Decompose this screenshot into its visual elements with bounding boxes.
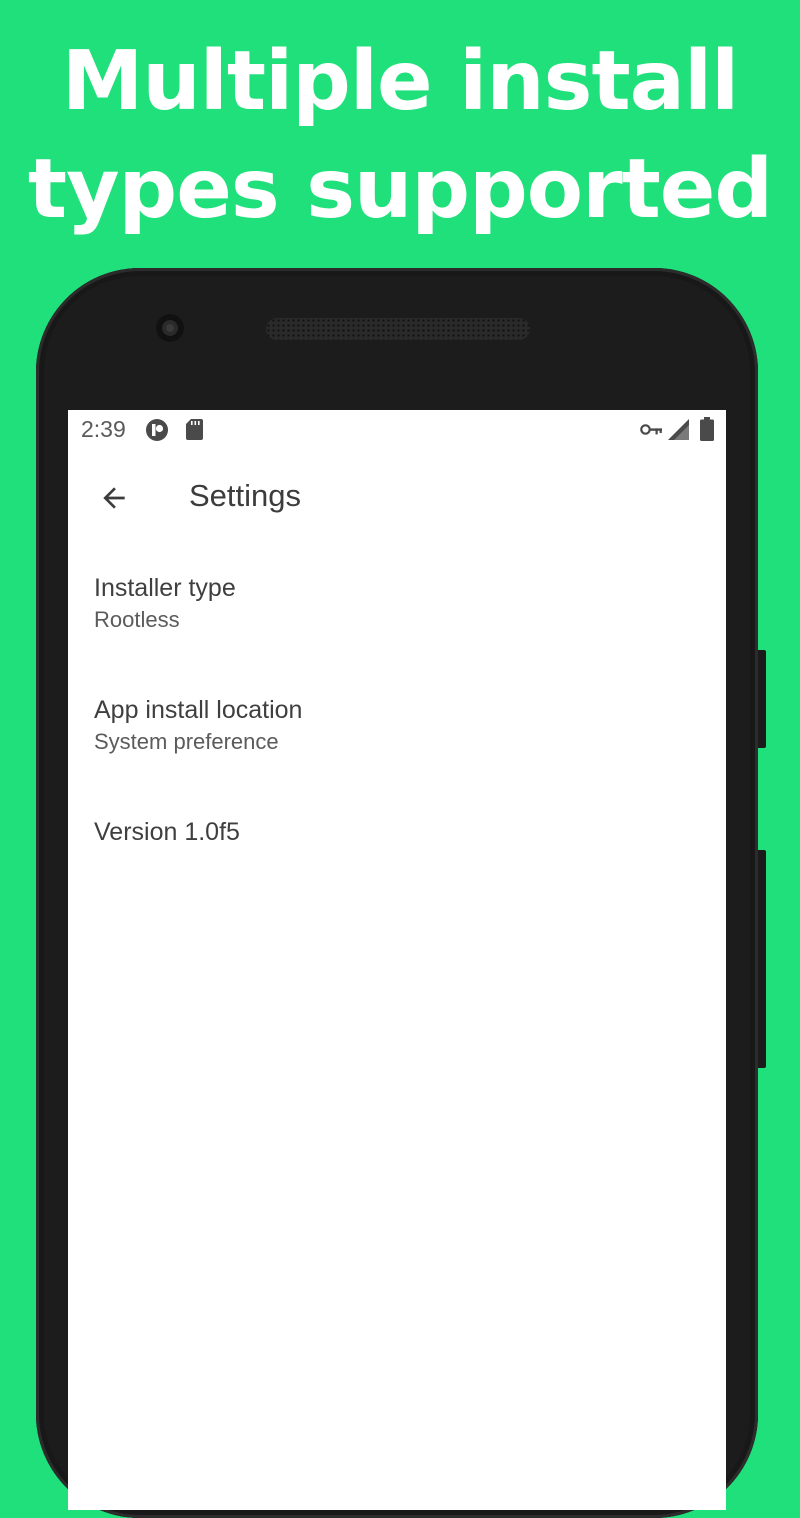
vpn-key-icon <box>640 424 662 435</box>
promo-headline: Multiple install types supported <box>0 28 800 244</box>
battery-icon <box>700 417 714 441</box>
cell-signal-icon <box>668 419 689 440</box>
preference-summary: Rootless <box>94 607 180 632</box>
preference-title: Version 1.0f5 <box>94 818 240 846</box>
preference-install-location[interactable]: App install location System preference <box>94 694 694 757</box>
arrow-back-icon <box>103 487 125 509</box>
app-notification-icon <box>146 419 168 441</box>
phone-screen: 2:39 Settings Installer type Rootless Ap… <box>68 410 726 1510</box>
preference-version[interactable]: Version 1.0f5 <box>94 816 694 848</box>
back-button[interactable] <box>92 476 136 520</box>
headline-line-1: Multiple install <box>61 34 739 129</box>
preference-title: App install location <box>94 696 303 724</box>
app-toolbar: Settings <box>68 450 726 546</box>
phone-frame: 2:39 Settings Installer type Rootless Ap… <box>36 268 758 1518</box>
status-time: 2:39 <box>81 416 126 442</box>
preference-summary: System preference <box>94 729 279 754</box>
preference-installer-type[interactable]: Installer type Rootless <box>94 572 694 635</box>
page-title: Settings <box>189 478 302 513</box>
headline-line-2: types supported <box>27 142 773 237</box>
sd-card-icon <box>186 419 203 440</box>
earpiece-speaker <box>266 318 530 340</box>
front-camera <box>156 314 184 342</box>
preference-title: Installer type <box>94 574 236 602</box>
status-bar: 2:39 <box>68 410 726 450</box>
